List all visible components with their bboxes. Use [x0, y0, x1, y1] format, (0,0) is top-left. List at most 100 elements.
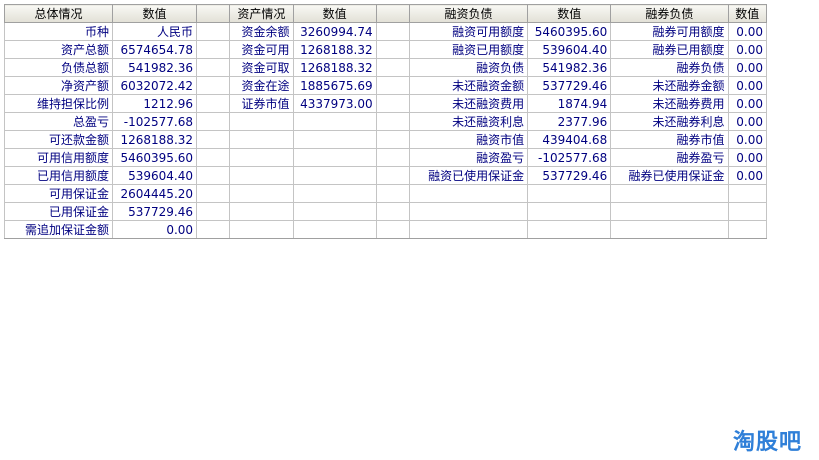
- table-cell: 人民币: [111, 22, 198, 41]
- table-cell: 1268188.32: [292, 58, 377, 77]
- table-cell: [375, 58, 410, 77]
- table-cell: 融资盈亏: [408, 148, 529, 167]
- column-header-value[interactable]: 数值: [727, 4, 768, 23]
- table-cell: 539604.40: [527, 40, 612, 59]
- table-cell: [292, 166, 377, 185]
- table-cell: [196, 220, 231, 239]
- table-cell: 未还融券费用: [610, 94, 729, 113]
- table-row[interactable]: 已用信用额度 539604.40 融资已使用保证金 537729.46 融券已使用保证金…: [4, 166, 768, 185]
- table-cell: -102577.68: [111, 112, 198, 131]
- column-header-blank[interactable]: [196, 4, 231, 23]
- credit-account-table: 总体情况 数值 资产情况 数值 融资负债 数值 融券负债 数值 币种 人民币 资金余…: [4, 4, 768, 239]
- table-cell: [196, 40, 231, 59]
- table-cell: 3260994.74: [292, 22, 377, 41]
- table-cell: 5460395.60: [527, 22, 612, 41]
- table-cell: 可还款金额: [4, 130, 113, 149]
- table-cell: [292, 112, 377, 131]
- watermark-logo: 淘股吧: [733, 430, 803, 455]
- table-cell: [229, 130, 294, 149]
- table-cell: [375, 202, 410, 221]
- table-row[interactable]: 币种 人民币 资金余额 3260994.74 融资可用额度 5460395.60 融券可用额…: [4, 22, 768, 41]
- table-row[interactable]: 可还款金额 1268188.32 融资市值 439404.68 融券市值 0.00: [4, 130, 768, 149]
- table-row[interactable]: 净资产额 6032072.42 资金在途 1885675.69 未还融资金额 537729…: [4, 76, 768, 95]
- table-cell: 融资负债: [408, 58, 529, 77]
- table-cell: 证券市值: [229, 94, 294, 113]
- table-cell: 539604.40: [111, 166, 198, 185]
- table-cell: 4337973.00: [292, 94, 377, 113]
- table-cell: 439404.68: [527, 130, 612, 149]
- table-row[interactable]: 维持担保比例 1212.96 证券市值 4337973.00 未还融资费用 1874.94…: [4, 94, 768, 113]
- table-cell: 负债总额: [4, 58, 113, 77]
- table-cell: 0.00: [727, 40, 768, 59]
- table-cell: 0.00: [727, 58, 768, 77]
- table-cell: 融资可用额度: [408, 22, 529, 41]
- table-cell: [292, 220, 377, 239]
- table-cell: 537729.46: [527, 76, 612, 95]
- table-cell: 0.00: [727, 112, 768, 131]
- table-cell: 已用保证金: [4, 202, 113, 221]
- table-cell: [375, 166, 410, 185]
- table-cell: 融券盈亏: [610, 148, 729, 167]
- table-cell: 未还融资利息: [408, 112, 529, 131]
- table-cell: 0.00: [727, 130, 768, 149]
- table-cell: 融券已使用保证金: [610, 166, 729, 185]
- table-cell: 融券已用额度: [610, 40, 729, 59]
- table-cell: [727, 220, 768, 239]
- table-cell: 需追加保证金额: [4, 220, 113, 239]
- table-cell: [196, 76, 231, 95]
- table-cell: [196, 94, 231, 113]
- table-cell: [375, 22, 410, 41]
- table-cell: 537729.46: [527, 166, 612, 185]
- table-cell: 融资市值: [408, 130, 529, 149]
- table-cell: [527, 202, 612, 221]
- table-cell: 融券可用额度: [610, 22, 729, 41]
- table-row[interactable]: 总盈亏 -102577.68 未还融资利息 2377.96 未还融券利息 0.00: [4, 112, 768, 131]
- table-cell: [375, 220, 410, 239]
- table-cell: [196, 166, 231, 185]
- table-cell: 1874.94: [527, 94, 612, 113]
- table-cell: [292, 148, 377, 167]
- table-cell: 可用信用额度: [4, 148, 113, 167]
- table-cell: 币种: [4, 22, 113, 41]
- table-cell: 1268188.32: [111, 130, 198, 149]
- table-cell: [375, 130, 410, 149]
- table-cell: [727, 202, 768, 221]
- column-header-value[interactable]: 数值: [527, 4, 612, 23]
- table-cell: 5460395.60: [111, 148, 198, 167]
- table-cell: [196, 202, 231, 221]
- table-cell: 未还融券利息: [610, 112, 729, 131]
- table-cell: 6574654.78: [111, 40, 198, 59]
- column-header-blank[interactable]: [375, 4, 410, 23]
- table-cell: [229, 202, 294, 221]
- column-header-margin-debt[interactable]: 融资负债: [408, 4, 529, 23]
- table-cell: [229, 112, 294, 131]
- table-row[interactable]: 资产总额 6574654.78 资金可用 1268188.32 融资已用额度 539604…: [4, 40, 768, 59]
- table-cell: 0.00: [727, 94, 768, 113]
- table-cell: [610, 220, 729, 239]
- table-cell: 可用保证金: [4, 184, 113, 203]
- column-header-overall[interactable]: 总体情况: [4, 4, 113, 23]
- table-cell: 资金可用: [229, 40, 294, 59]
- table-cell: 资金可取: [229, 58, 294, 77]
- column-header-assets[interactable]: 资产情况: [229, 4, 294, 23]
- table-cell: [408, 202, 529, 221]
- table-cell: 融券市值: [610, 130, 729, 149]
- table-row[interactable]: 可用保证金 2604445.20: [4, 184, 768, 203]
- table-cell: [527, 220, 612, 239]
- column-header-value[interactable]: 数值: [292, 4, 377, 23]
- column-header-short-debt[interactable]: 融券负债: [610, 4, 729, 23]
- table-row[interactable]: 已用保证金 537729.46: [4, 202, 768, 221]
- table-row[interactable]: 负债总额 541982.36 资金可取 1268188.32 融资负债 541982.36…: [4, 58, 768, 77]
- table-cell: [610, 202, 729, 221]
- table-cell: [229, 184, 294, 203]
- table-cell: [196, 148, 231, 167]
- table-cell: [196, 58, 231, 77]
- table-cell: 资金在途: [229, 76, 294, 95]
- table-cell: 未还融资费用: [408, 94, 529, 113]
- table-row[interactable]: 需追加保证金额 0.00: [4, 220, 768, 239]
- column-header-value[interactable]: 数值: [111, 4, 198, 23]
- table-row[interactable]: 可用信用额度 5460395.60 融资盈亏 -102577.68 融券盈亏 0.00: [4, 148, 768, 167]
- table-cell: [196, 112, 231, 131]
- table-cell: 已用信用额度: [4, 166, 113, 185]
- table-cell: [408, 220, 529, 239]
